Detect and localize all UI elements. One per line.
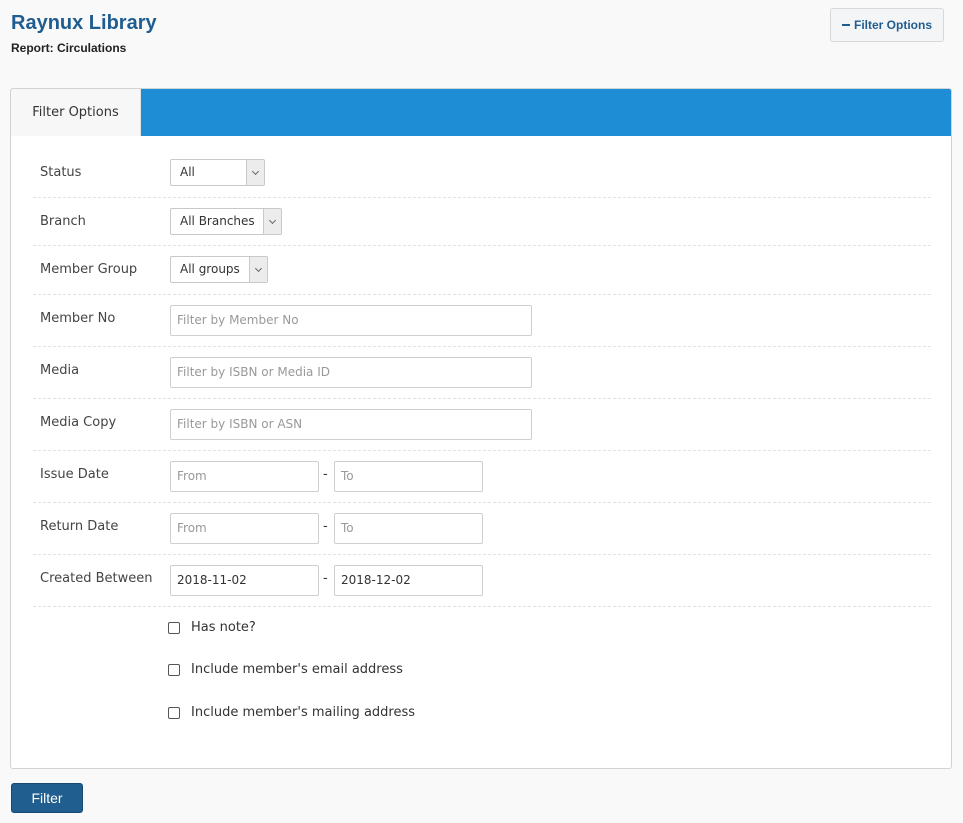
issue-date-label: Issue Date	[40, 467, 109, 482]
media-row: Media Filter by ISBN or Media ID	[33, 346, 931, 399]
return-date-to-input[interactable]: To	[334, 513, 483, 544]
issue-date-from-input[interactable]: From	[170, 461, 319, 492]
status-select-value: All	[180, 165, 195, 179]
include-mailing-option[interactable]: Include member's mailing address	[168, 705, 415, 720]
media-label: Media	[40, 363, 80, 378]
branch-label: Branch	[40, 214, 86, 229]
status-label: Status	[40, 165, 82, 180]
member-group-row: Member Group All groups	[33, 245, 931, 295]
created-between-to-input[interactable]: 2018-12-02	[334, 565, 483, 596]
toggle-filter-options-label: Filter Options	[854, 18, 932, 32]
member-no-row: Member No Filter by Member No	[33, 294, 931, 347]
page-header: Raynux Library Report: Circulations	[11, 10, 157, 55]
status-row: Status All	[33, 148, 931, 198]
member-group-label: Member Group	[40, 262, 138, 277]
panel-header: Filter Options	[11, 89, 951, 136]
status-select[interactable]: All	[170, 159, 265, 186]
media-copy-row: Media Copy Filter by ISBN or ASN	[33, 398, 931, 451]
issue-date-to-input[interactable]: To	[334, 461, 483, 492]
tab-filter-options[interactable]: Filter Options	[11, 89, 141, 136]
branch-select-value: All Branches	[180, 214, 255, 228]
chevron-down-icon	[263, 209, 281, 234]
return-date-separator: -	[323, 519, 328, 534]
created-between-label: Created Between	[40, 571, 153, 586]
issue-date-separator: -	[323, 467, 328, 482]
return-date-label: Return Date	[40, 519, 119, 534]
chevron-down-icon	[249, 257, 267, 282]
include-email-label: Include member's email address	[191, 662, 403, 677]
branch-row: Branch All Branches	[33, 197, 931, 246]
member-group-select[interactable]: All groups	[170, 256, 268, 283]
has-note-label: Has note?	[191, 620, 256, 635]
media-copy-input[interactable]: Filter by ISBN or ASN	[170, 409, 532, 440]
return-date-from-input[interactable]: From	[170, 513, 319, 544]
member-no-label: Member No	[40, 311, 116, 326]
created-between-row: Created Between 2018-11-02 - 2018-12-02	[33, 554, 931, 607]
chevron-down-icon	[246, 160, 264, 185]
report-subtitle: Report: Circulations	[11, 41, 127, 55]
media-copy-label: Media Copy	[40, 415, 117, 430]
include-mailing-label: Include member's mailing address	[191, 705, 416, 720]
created-between-from-input[interactable]: 2018-11-02	[170, 565, 319, 596]
minus-icon	[842, 24, 850, 26]
app-title: Raynux Library	[11, 12, 157, 34]
include-email-checkbox[interactable]	[168, 663, 180, 676]
return-date-row: Return Date From - To	[33, 502, 931, 555]
toggle-filter-options-button[interactable]: Filter Options	[830, 8, 944, 42]
filter-panel: Filter Options Status All Branch All Bra…	[10, 88, 952, 769]
branch-select[interactable]: All Branches	[170, 208, 282, 235]
member-no-input[interactable]: Filter by Member No	[170, 305, 532, 336]
issue-date-row: Issue Date From - To	[33, 450, 931, 503]
media-input[interactable]: Filter by ISBN or Media ID	[170, 357, 532, 388]
has-note-option[interactable]: Has note?	[168, 620, 256, 635]
created-between-separator: -	[323, 571, 328, 586]
include-mailing-checkbox[interactable]	[168, 706, 180, 719]
has-note-checkbox[interactable]	[168, 621, 180, 634]
member-group-select-value: All groups	[180, 262, 240, 276]
include-email-option[interactable]: Include member's email address	[168, 662, 403, 677]
filter-button[interactable]: Filter	[11, 783, 83, 813]
